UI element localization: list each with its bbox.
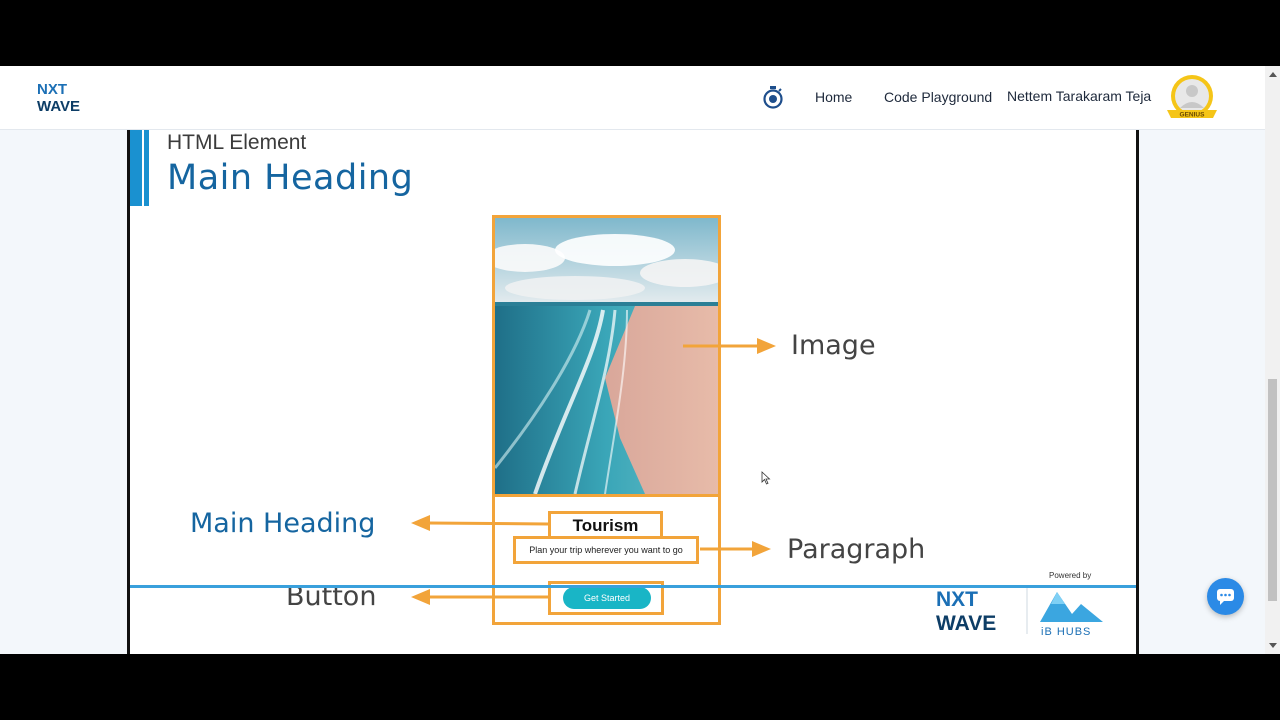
callout-main-heading: Main Heading: [190, 508, 376, 539]
svg-text:NXT: NXT: [37, 81, 67, 98]
brand-wave: WAVE: [936, 612, 996, 635]
chat-support-button[interactable]: [1207, 578, 1244, 615]
mock-paragraph-highlight: Plan your trip wherever you want to go: [513, 536, 699, 564]
mock-paragraph: Plan your trip wherever you want to go: [529, 545, 683, 555]
user-name[interactable]: Nettem Tarakaram Teja: [1007, 88, 1151, 104]
scroll-up-arrow-icon[interactable]: [1269, 72, 1277, 77]
beach-image: [495, 218, 718, 497]
callout-paragraph: Paragraph: [787, 534, 926, 565]
avatar[interactable]: GENIUS: [1163, 74, 1221, 124]
nav-link-code-playground[interactable]: Code Playground: [884, 89, 992, 105]
page-scrollbar[interactable]: [1265, 66, 1280, 654]
genius-badge: GENIUS: [1180, 112, 1206, 119]
callout-image: Image: [791, 330, 876, 361]
scroll-thumb[interactable]: [1268, 379, 1277, 601]
brand-ibhubs: iB HUBS: [1041, 626, 1091, 638]
chat-bubble-icon: [1217, 589, 1234, 605]
powered-by-text: Powered by: [1049, 571, 1091, 580]
slide-title: Main Heading: [167, 158, 414, 198]
svg-text:WAVE: WAVE: [37, 98, 80, 114]
slide-subtitle: HTML Element: [167, 131, 307, 154]
stopwatch-icon[interactable]: [762, 85, 784, 109]
slide-branding: Powered by NXT WAVE iB HUBS: [936, 571, 1103, 638]
brand-nxt: NXT: [936, 588, 978, 611]
nav-link-home[interactable]: Home: [815, 89, 852, 105]
title-accent-bar: [130, 130, 150, 206]
nxtwave-logo[interactable]: NXT WAVE: [37, 80, 97, 114]
scroll-down-arrow-icon[interactable]: [1269, 643, 1277, 648]
mock-heading: Tourism: [572, 516, 639, 535]
slide-bottom-line: [130, 585, 1136, 588]
mouse-cursor-icon: [761, 471, 771, 485]
top-navbar: NXT WAVE Home Code Playground Nettem Tar…: [0, 66, 1265, 130]
mock-heading-highlight: Tourism: [548, 511, 663, 539]
mock-get-started-button: Get Started: [563, 587, 651, 609]
ibhubs-mountain-icon: [1040, 592, 1103, 622]
